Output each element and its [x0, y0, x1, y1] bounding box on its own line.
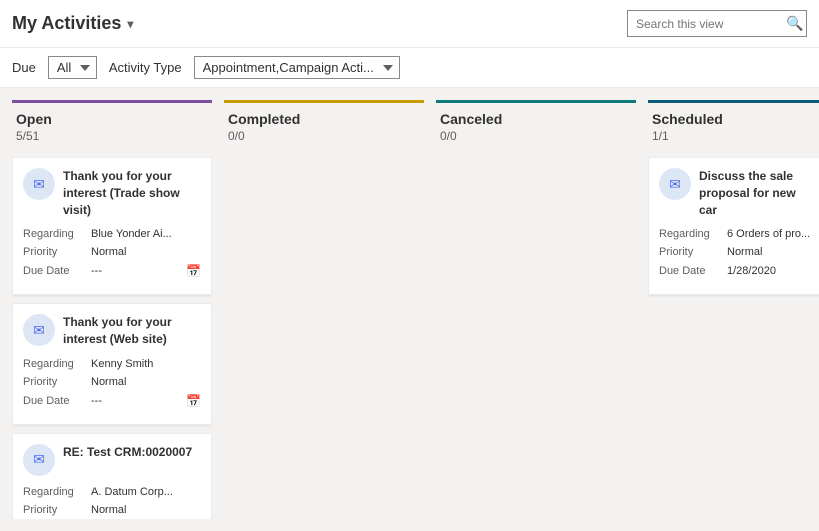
table-row[interactable]: ✉Thank you for your interest (Trade show… [12, 157, 212, 295]
card-field-label-due-date: Due Date [23, 395, 91, 407]
card-field-value-regarding: Kenny Smith [91, 358, 201, 370]
column-header-completed: Completed 0/0 [224, 100, 424, 149]
email-icon: ✉ [659, 168, 691, 200]
search-icon: 🔍 [786, 15, 803, 32]
page-title: My Activities [12, 13, 121, 34]
column-title-completed: Completed [228, 111, 420, 127]
cards-area-scheduled: ✉Discuss the sale proposal for new car🔒R… [648, 157, 819, 519]
card-title: Thank you for your interest (Web site) [63, 314, 201, 348]
activity-type-filter-select[interactable]: Appointment,Campaign Acti... [194, 56, 400, 79]
app-header: My Activities ▾ 🔍 [0, 0, 819, 48]
email-icon: ✉ [23, 444, 55, 476]
cards-area-completed [224, 157, 424, 519]
email-icon: ✉ [23, 314, 55, 346]
card-field-due-date: Due Date--- 📅 [23, 394, 201, 408]
card-field-label-priority: Priority [23, 504, 91, 516]
card-field-regarding: RegardingBlue Yonder Ai... [23, 228, 201, 240]
card-field-value-regarding: 6 Orders of pro... [727, 228, 819, 240]
kanban-board: Open5/51✉Thank you for your interest (Tr… [0, 88, 819, 531]
column-count-open: 5/51 [16, 129, 208, 143]
card-field-value-regarding: Blue Yonder Ai... [91, 228, 201, 240]
column-canceled: Canceled 0/0 [436, 100, 636, 519]
column-header-open: Open 5/51 [12, 100, 212, 149]
due-filter-label: Due [12, 60, 36, 75]
card-field-label-priority: Priority [23, 376, 91, 388]
card-field-regarding: Regarding6 Orders of pro... [659, 228, 819, 240]
column-count-completed: 0/0 [228, 129, 420, 143]
column-header-scheduled: Scheduled 1/1 [648, 100, 819, 149]
chevron-down-icon[interactable]: ▾ [127, 17, 133, 31]
card-field-priority: PriorityNormal [23, 246, 201, 258]
calendar-icon[interactable]: 📅 [186, 264, 201, 278]
filters-bar: Due All Activity Type Appointment,Campai… [0, 48, 819, 88]
activity-type-filter-label: Activity Type [109, 60, 182, 75]
card-field-label-due-date: Due Date [23, 265, 91, 277]
card-field-label-priority: Priority [23, 246, 91, 258]
cards-area-open: ✉Thank you for your interest (Trade show… [12, 157, 212, 519]
card-field-label-priority: Priority [659, 246, 727, 258]
card-field-priority: PriorityNormal [23, 504, 201, 516]
card-title: Discuss the sale proposal for new car [699, 168, 814, 218]
column-count-canceled: 0/0 [440, 129, 632, 143]
card-field-value-due-date: --- [91, 265, 182, 277]
column-title-canceled: Canceled [440, 111, 632, 127]
email-icon: ✉ [23, 168, 55, 200]
card-field-value-priority: Normal [91, 504, 201, 516]
card-field-label-regarding: Regarding [23, 228, 91, 240]
card-field-due-date: Due Date1/28/2020📅 [659, 264, 819, 278]
card-field-due-date: Due Date--- 📅 [23, 264, 201, 278]
search-input[interactable] [636, 17, 786, 31]
card-field-label-due-date: Due Date [659, 265, 727, 277]
card-field-priority: PriorityNormal [23, 376, 201, 388]
card-field-value-priority: Normal [91, 376, 201, 388]
table-row[interactable]: ✉Discuss the sale proposal for new car🔒R… [648, 157, 819, 295]
card-title: RE: Test CRM:0020007 [63, 444, 201, 461]
column-title-scheduled: Scheduled [652, 111, 819, 127]
column-title-open: Open [16, 111, 208, 127]
column-header-canceled: Canceled 0/0 [436, 100, 636, 149]
card-field-label-regarding: Regarding [23, 486, 91, 498]
card-title: Thank you for your interest (Trade show … [63, 168, 201, 218]
column-count-scheduled: 1/1 [652, 129, 819, 143]
card-field-value-priority: Normal [727, 246, 819, 258]
card-field-regarding: RegardingKenny Smith [23, 358, 201, 370]
search-box[interactable]: 🔍 [627, 10, 807, 37]
table-row[interactable]: ✉Thank you for your interest (Web site) R… [12, 303, 212, 425]
calendar-icon[interactable]: 📅 [186, 394, 201, 408]
table-row[interactable]: ✉ RE: Test CRM:0020007 RegardingA. Datum C… [12, 433, 212, 519]
card-field-label-regarding: Regarding [23, 358, 91, 370]
card-field-value-due-date: 1/28/2020 [727, 265, 818, 277]
card-field-value-priority: Normal [91, 246, 201, 258]
header-title-group: My Activities ▾ [12, 13, 133, 34]
card-field-value-regarding: A. Datum Corp... [91, 486, 201, 498]
card-field-value-due-date: --- [91, 395, 182, 407]
due-filter-select[interactable]: All [48, 56, 97, 79]
column-completed: Completed 0/0 [224, 100, 424, 519]
column-open: Open5/51✉Thank you for your interest (Tr… [12, 100, 212, 519]
card-field-label-regarding: Regarding [659, 228, 727, 240]
cards-area-canceled [436, 157, 636, 519]
card-field-regarding: RegardingA. Datum Corp... [23, 486, 201, 498]
column-scheduled: Scheduled 1/1 ✉Discuss the sale proposal f… [648, 100, 819, 519]
card-field-priority: PriorityNormal [659, 246, 819, 258]
